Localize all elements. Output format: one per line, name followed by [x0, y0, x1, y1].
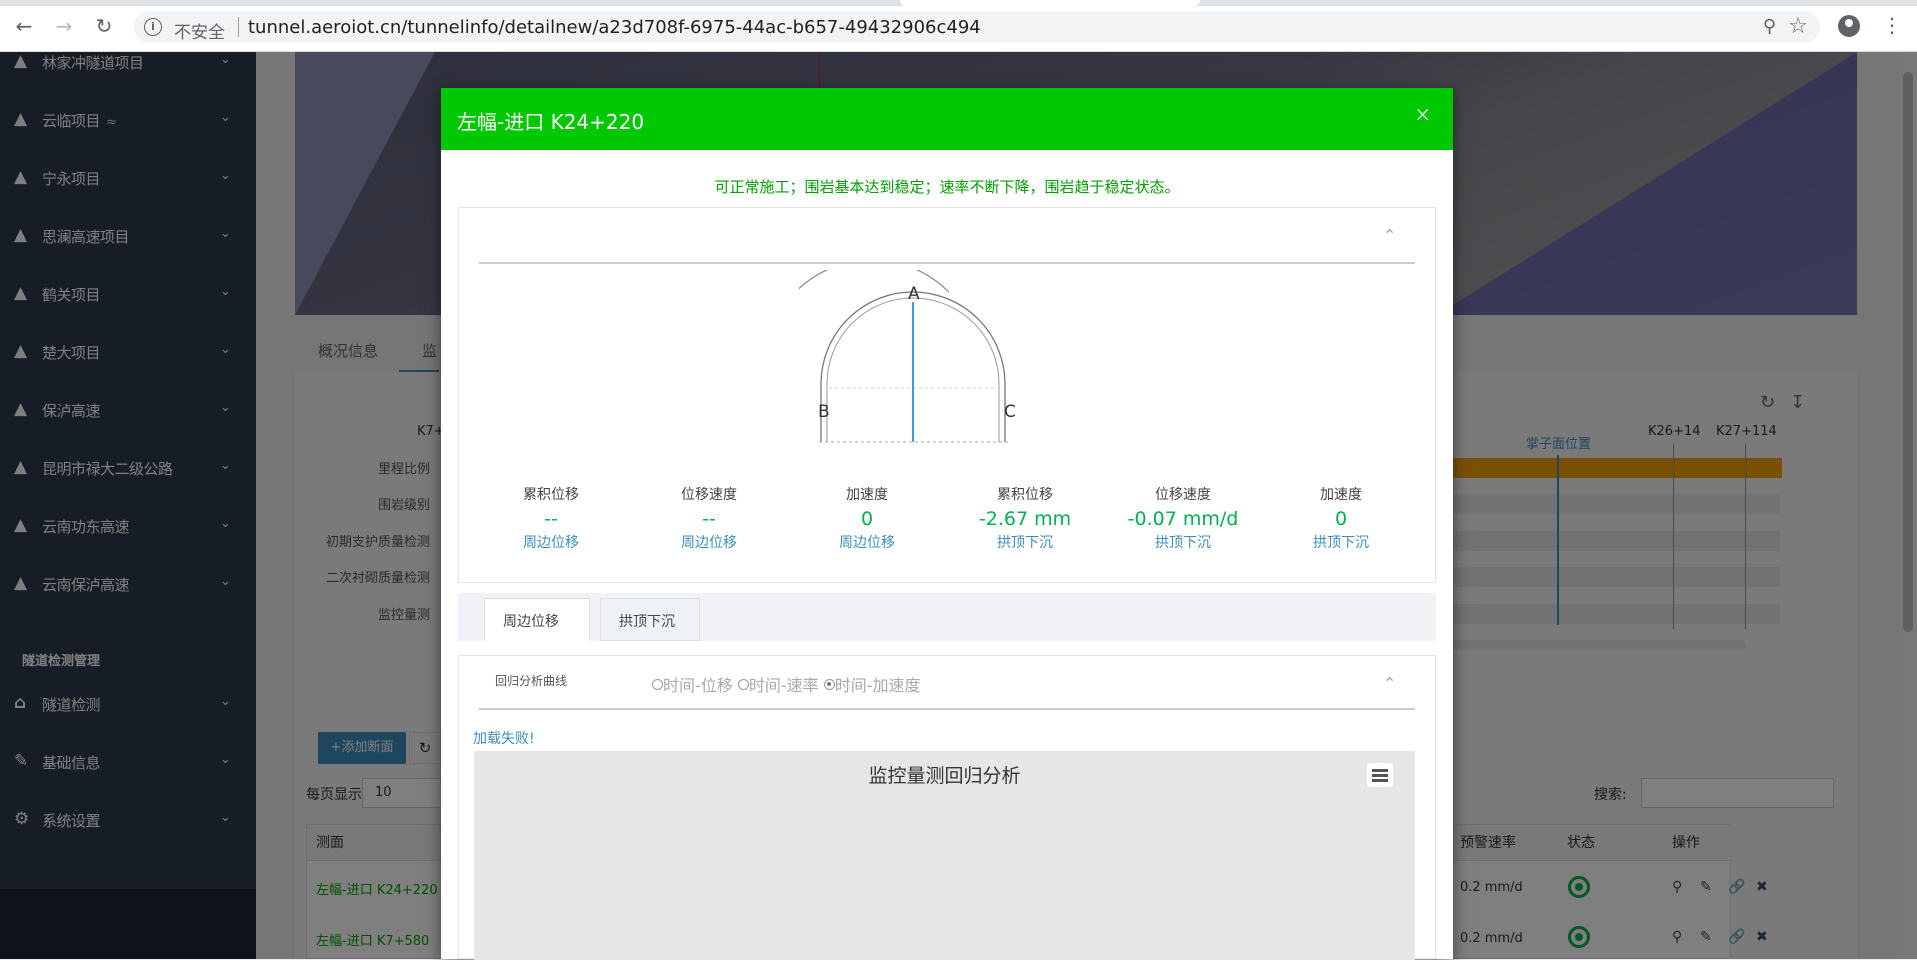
metric-name: 累积位移: [523, 487, 579, 503]
metric-name: 加速度: [1320, 487, 1362, 503]
metric-settlement-rate: 位移速度 -0.07 mm/d 拱顶下沉: [1113, 484, 1253, 552]
modal-header: 左幅-进口 K24+220 ×: [441, 88, 1453, 150]
address-bar[interactable]: i 不安全 tunnel.aeroiot.cn/tunnelinfo/detai…: [134, 11, 1820, 43]
tab-crown-settlement[interactable]: 拱顶下沉: [600, 598, 700, 641]
load-failed-message: 加载失败!: [473, 731, 535, 747]
metric-cumulative-convergence: 累积位移 -- 周边位移: [481, 484, 621, 552]
stability-status-message: 可正常施工；围岩基本达到稳定；速率不断下降，围岩趋于稳定状态。: [714, 178, 1180, 196]
tab-strip: [0, 0, 1917, 6]
measurement-tabs: 周边位移 拱顶下沉: [458, 593, 1436, 641]
chart-menu-icon[interactable]: [1367, 763, 1393, 787]
radio-label[interactable]: 时间-加速度: [835, 676, 921, 695]
close-icon[interactable]: ×: [1414, 102, 1431, 126]
radio-time-displacement[interactable]: [652, 679, 663, 690]
metric-convergence-acceleration: 加速度 0 周边位移: [797, 484, 937, 552]
browser-toolbar: ← → ↻ i 不安全 tunnel.aeroiot.cn/tunnelinfo…: [0, 0, 1917, 52]
metric-type: 拱顶下沉: [1155, 535, 1211, 551]
radio-label[interactable]: 时间-位移: [663, 676, 733, 695]
point-c-label: C: [1004, 402, 1016, 422]
divider: [238, 17, 239, 37]
modal-title: 左幅-进口 K24+220: [457, 110, 645, 134]
metric-value: --: [544, 508, 558, 530]
metric-value: 0: [1334, 508, 1348, 530]
metric-type: 拱顶下沉: [997, 535, 1053, 551]
chart-title: 监控量测回归分析: [868, 765, 1021, 787]
zoom-icon[interactable]: ⚲: [1763, 16, 1776, 37]
insecure-label: 不安全: [174, 23, 225, 43]
metric-value: 0: [860, 508, 874, 530]
metric-type: 周边位移: [839, 535, 895, 551]
radio-label[interactable]: 时间-速率: [749, 676, 819, 695]
metric-cumulative-settlement: 累积位移 -2.67 mm 拱顶下沉: [955, 484, 1095, 552]
metric-convergence-rate: 位移速度 -- 周边位移: [639, 484, 779, 552]
url-text[interactable]: tunnel.aeroiot.cn/tunnelinfo/detailnew/a…: [248, 17, 981, 38]
panel-divider: [479, 708, 1415, 710]
analysis-label: 回归分析曲线: [495, 674, 568, 688]
account-icon[interactable]: [1838, 15, 1860, 37]
chevron-up-icon[interactable]: ⌃: [1383, 226, 1396, 245]
regression-analysis-panel: 回归分析曲线 时间-位移 时间-速率 时间-加速度 ⌃ 加载失败! 监控量测回归…: [458, 655, 1436, 960]
back-icon[interactable]: ←: [12, 14, 36, 38]
curve-type-radios: 时间-位移 时间-速率 时间-加速度: [652, 672, 921, 696]
metric-name: 累积位移: [997, 487, 1053, 503]
chevron-up-icon[interactable]: ⌃: [1383, 674, 1396, 693]
radio-time-rate[interactable]: [737, 679, 749, 690]
reload-icon[interactable]: ↻: [92, 14, 116, 38]
point-a-label: A: [908, 284, 920, 304]
bookmark-star-icon[interactable]: ☆: [1788, 14, 1808, 39]
metric-value: -0.07 mm/d: [1127, 508, 1239, 530]
metric-type: 拱顶下沉: [1313, 535, 1369, 551]
info-icon[interactable]: i: [144, 18, 162, 36]
forward-icon[interactable]: →: [52, 14, 76, 38]
regression-chart: 监控量测回归分析: [474, 751, 1415, 960]
section-summary-panel: ⌃ A B C 累积位移 -- 周边位移 位移速度 -- 周边位移 加速度 0: [458, 207, 1436, 583]
metric-type: 周边位移: [681, 535, 737, 551]
point-b-label: B: [818, 402, 830, 422]
browser-menu-icon[interactable]: ⋮: [1882, 12, 1902, 38]
panel-divider: [479, 262, 1415, 264]
metric-name: 位移速度: [1155, 487, 1211, 503]
metric-value: -2.67 mm: [978, 508, 1072, 530]
metric-settlement-acceleration: 加速度 0 拱顶下沉: [1271, 484, 1411, 552]
tab-convergence[interactable]: 周边位移: [484, 598, 590, 641]
metric-value: --: [702, 508, 716, 530]
metric-name: 加速度: [846, 487, 888, 503]
section-detail-modal: 左幅-进口 K24+220 × 可正常施工；围岩基本达到稳定；速率不断下降，围岩…: [441, 88, 1453, 960]
metric-type: 周边位移: [523, 535, 579, 551]
metric-name: 位移速度: [681, 487, 737, 503]
radio-time-acceleration[interactable]: [823, 679, 835, 690]
